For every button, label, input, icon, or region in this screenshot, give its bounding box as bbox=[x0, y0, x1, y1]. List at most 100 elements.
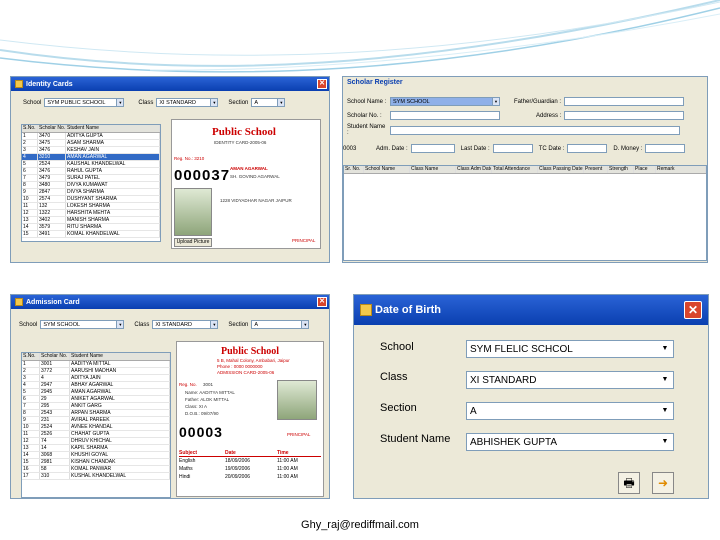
table-row[interactable]: 5 2524 KAUSHAL KHANDELWAL bbox=[22, 161, 160, 168]
close-icon[interactable]: ✕ bbox=[317, 297, 327, 307]
scholar-school-select[interactable]: SYM SCHOOL ▼ bbox=[390, 97, 500, 106]
money-input[interactable] bbox=[645, 144, 686, 153]
column-header[interactable]: S.No. bbox=[22, 125, 38, 132]
chevron-down-icon[interactable]: ▼ bbox=[658, 435, 672, 449]
table-row[interactable]: 8 3480 DIVYA KUMAWAT bbox=[22, 182, 160, 189]
column-header[interactable]: School Name bbox=[364, 166, 410, 173]
table-row[interactable]: 3 3476 KESHAV JAIN bbox=[22, 147, 160, 154]
last-date-input[interactable] bbox=[492, 144, 533, 153]
chevron-down-icon[interactable]: ▼ bbox=[301, 321, 309, 328]
table-row[interactable]: 13 3402 MANISH SHARMA bbox=[22, 217, 160, 224]
column-header[interactable]: S.No. bbox=[22, 353, 40, 360]
dob-school-select[interactable]: SYM FLELIC SCHCOL ▼ bbox=[466, 340, 674, 358]
chevron-down-icon[interactable]: ▼ bbox=[210, 99, 218, 106]
chevron-down-icon[interactable]: ▼ bbox=[492, 98, 499, 105]
table-row[interactable]: 9 2847 DIVYA SHARMA bbox=[22, 189, 160, 196]
adm-school-select[interactable]: SYM SCHOOL ▼ bbox=[40, 320, 125, 329]
chevron-down-icon[interactable]: ▼ bbox=[658, 342, 672, 356]
table-row[interactable]: 2 3772 AARUSHI MADHAN bbox=[22, 368, 170, 375]
table-row[interactable]: 8 2543 ARPAN SHARMA bbox=[22, 410, 170, 417]
table-row[interactable]: 16 58 KOMAL PANWAR bbox=[22, 466, 170, 473]
column-header[interactable]: Class Passing Date bbox=[538, 166, 584, 173]
chevron-down-icon[interactable]: ▼ bbox=[116, 321, 124, 328]
table-cell: 1 bbox=[22, 133, 38, 139]
table-row[interactable]: 1 3470 ADITYA GUPTA bbox=[22, 133, 160, 140]
table-row[interactable]: 4 2947 ABHAY AGARWAL bbox=[22, 382, 170, 389]
column-header[interactable]: Total Attendance bbox=[492, 166, 538, 173]
section-select[interactable]: A ▼ bbox=[251, 98, 286, 107]
column-header[interactable]: Class Adm Date bbox=[456, 166, 492, 173]
adm-section-select[interactable]: A ▼ bbox=[251, 320, 310, 329]
school-select[interactable]: SYM PUBLIC SCHOOL ▼ bbox=[44, 98, 125, 107]
table-row[interactable]: 9 231 AVIRAL PAREEK bbox=[22, 417, 170, 424]
scholar-code: 0003 bbox=[343, 145, 357, 152]
column-header[interactable]: Student Name bbox=[66, 125, 160, 132]
table-row[interactable]: 7 295 ANKIT GARG bbox=[22, 403, 170, 410]
column-header[interactable]: Present bbox=[584, 166, 608, 173]
column-header[interactable]: Scholar No. bbox=[40, 353, 70, 360]
table-row[interactable]: 3 4 ADITYA JAIN bbox=[22, 375, 170, 382]
student-name-input[interactable] bbox=[390, 125, 680, 135]
dob-student-select[interactable]: ABHISHEK GUPTA ▼ bbox=[466, 433, 674, 451]
table-cell: CHAHAT GUPTA bbox=[70, 431, 170, 437]
table-row[interactable]: 4 3210 AMAN AGARWAL bbox=[22, 154, 160, 161]
identity-student-grid[interactable]: S.No. Scholar No. Student Name 1 3470 ADITYA … bbox=[21, 124, 161, 242]
table-row[interactable]: 15 2981 KISHAN CHANDAK bbox=[22, 459, 170, 466]
adm-reg-value: 3001 bbox=[203, 382, 214, 387]
table-row[interactable]: 12 74 DHRUV KHICHAL bbox=[22, 438, 170, 445]
table-cell: 13 bbox=[22, 217, 38, 223]
table-cell: SURAJ PATEL bbox=[66, 175, 160, 181]
table-cell: 3001 bbox=[40, 361, 70, 367]
column-header[interactable]: Sr. No. bbox=[344, 166, 364, 173]
scholar-register-grid[interactable]: Sr. No. School Name Class Name Class Adm Da… bbox=[343, 165, 707, 261]
chevron-down-icon[interactable]: ▼ bbox=[658, 373, 672, 387]
table-row[interactable]: 6 3476 RAHUL GUPTA bbox=[22, 168, 160, 175]
table-row[interactable]: 11 2526 CHAHAT GUPTA bbox=[22, 431, 170, 438]
dob-school-label: School bbox=[380, 341, 414, 353]
table-row[interactable]: 10 2524 AVNEE KHANDAL bbox=[22, 424, 170, 431]
column-header[interactable]: Place bbox=[634, 166, 656, 173]
table-row[interactable]: 14 3068 KHUSHI GOYAL bbox=[22, 452, 170, 459]
tc-date-input[interactable] bbox=[567, 144, 608, 153]
adm-class-select[interactable]: XI STANDARD ▼ bbox=[152, 320, 219, 329]
dob-section-select[interactable]: A ▼ bbox=[466, 402, 674, 420]
address-input[interactable] bbox=[564, 111, 685, 120]
chevron-down-icon[interactable]: ▼ bbox=[277, 99, 285, 106]
column-header[interactable]: Student Name bbox=[70, 353, 170, 360]
table-row[interactable]: 1 3001 AADITYA MITTAL bbox=[22, 361, 170, 368]
table-row[interactable]: 15 3491 KOMAL KHANDELWAL bbox=[22, 231, 160, 238]
dob-class-select[interactable]: XI STANDARD ▼ bbox=[466, 371, 674, 389]
close-icon[interactable]: ✕ bbox=[684, 301, 702, 319]
arrow-right-icon[interactable]: ➜ bbox=[652, 472, 674, 494]
chevron-down-icon[interactable]: ▼ bbox=[116, 99, 124, 106]
close-icon[interactable]: ✕ bbox=[317, 79, 327, 89]
column-header[interactable]: Scholar No. bbox=[38, 125, 66, 132]
scholar-no-input[interactable] bbox=[390, 111, 500, 120]
admission-titlebar: Admission Card ✕ bbox=[11, 295, 329, 309]
chevron-down-icon[interactable]: ▼ bbox=[210, 321, 218, 328]
class-select[interactable]: XI STANDARD ▼ bbox=[156, 98, 219, 107]
table-row[interactable]: 11 132 LOKESH SHARMA bbox=[22, 203, 160, 210]
table-row[interactable]: 10 2574 DUSHYANT SHARMA bbox=[22, 196, 160, 203]
adm-card-dob: D.O.B.: 09/07/90 bbox=[185, 411, 219, 416]
table-row[interactable]: 13 14 KAPIL SHARMA bbox=[22, 445, 170, 452]
admission-student-grid[interactable]: S.No. Scholar No. Student Name 1 3001 AADITYA… bbox=[21, 352, 171, 498]
table-row[interactable]: 7 3479 SURAJ PATEL bbox=[22, 175, 160, 182]
table-row[interactable]: 12 1322 HARSHITA MEHTA bbox=[22, 210, 160, 217]
father-input[interactable] bbox=[564, 97, 685, 106]
table-row[interactable]: 6 29 ANIKET AGARWAL bbox=[22, 396, 170, 403]
adm-date-input[interactable] bbox=[410, 144, 455, 153]
column-header[interactable]: Strength bbox=[608, 166, 634, 173]
print-icon[interactable]: 🖶 bbox=[618, 472, 640, 494]
adm-section-value: A bbox=[254, 321, 259, 328]
table-row[interactable]: 14 3579 RITU SHARMA bbox=[22, 224, 160, 231]
chevron-down-icon[interactable]: ▼ bbox=[658, 404, 672, 418]
table-cell: KOMAL PANWAR bbox=[70, 466, 170, 472]
column-header[interactable]: Remark bbox=[656, 166, 706, 173]
column-header[interactable]: Class Name bbox=[410, 166, 456, 173]
upload-picture-button[interactable]: Upload Picture bbox=[174, 238, 212, 247]
table-row[interactable]: 2 3475 ASAM SHARMA bbox=[22, 140, 160, 147]
table-row[interactable]: 17 310 KUSHAL KHANDELWAL bbox=[22, 473, 170, 480]
table-cell: 17 bbox=[22, 473, 40, 479]
table-row[interactable]: 5 2945 AMAN AGARWAL bbox=[22, 389, 170, 396]
